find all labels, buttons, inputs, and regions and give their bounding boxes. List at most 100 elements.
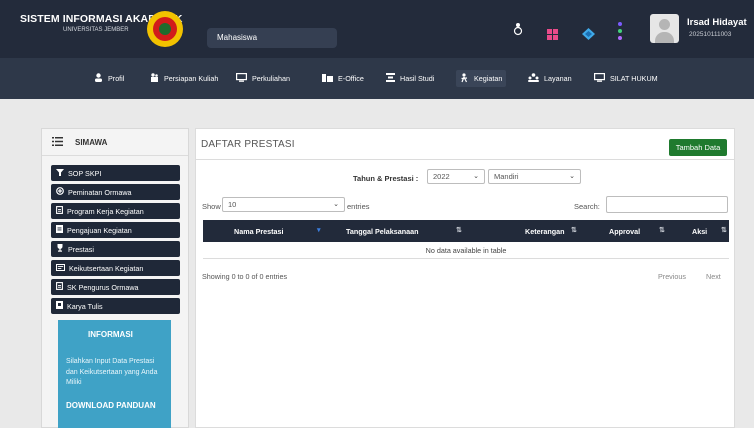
user-icon [94,73,103,84]
trophy-icon [56,244,64,254]
nav-item-label: Perkuliahan [252,74,290,83]
sidebar-item-keikutsertaan-kegiatan[interactable]: Keikutsertaan Kegiatan [51,260,180,276]
grid-icon[interactable] [547,27,558,45]
nav-item-label: Kegiatan [474,74,503,83]
sidebar-item-sop-skpi[interactable]: SOP SKPI [51,165,180,181]
top-header: SISTEM INFORMASI AKADEMIK UNIVERSITAS JE… [0,0,754,58]
nav-item-label: Layanan [544,74,572,83]
nav-item-kegiatan[interactable]: Kegiatan [456,70,507,87]
sort-icon[interactable]: ⇅ [659,226,665,234]
nav-item-label: E-Office [338,74,364,83]
main-nav: Profil Persiapan Kuliah Perkuliahan E-Of… [0,58,754,99]
sidebar-item-label: Peminatan Ormawa [68,187,132,197]
sidebar-item-label: Pengajuan Kegiatan [67,225,132,235]
column-header-aksi[interactable]: Aksi [692,227,707,236]
search-input[interactable] [606,196,728,213]
nav-item-perkuliahan[interactable]: Perkuliahan [232,70,294,87]
sidebar-item-label: Keikutsertaan Kegiatan [69,263,144,273]
divider [196,159,734,160]
card-icon [56,263,65,273]
role-selector[interactable]: Mahasiswa [207,28,337,48]
search-label: Search: [574,202,600,211]
sidebar: SIMAWA SOP SKPI Peminatan Ormawa Program… [41,128,189,428]
map-pin-icon[interactable] [512,22,524,41]
clipboard-icon [150,73,159,84]
next-page-button[interactable]: Next [706,272,721,281]
nav-item-label: Hasil Studi [400,74,435,83]
page-length-select[interactable]: 10 ⌄ [222,197,345,212]
info-title: INFORMASI [88,330,133,339]
nav-item-layanan[interactable]: Layanan [524,70,576,87]
sidebar-item-peminatan-ormawa[interactable]: Peminatan Ormawa [51,184,180,200]
show-label: Show [202,202,221,211]
user-id: 202510111003 [689,31,732,38]
nav-item-e-office[interactable]: E-Office [318,70,368,87]
filter-icon [56,168,64,178]
sidebar-item-prestasi[interactable]: Prestasi [51,241,180,257]
diamond-icon[interactable] [582,27,595,45]
sidebar-item-label: SOP SKPI [68,168,102,178]
column-header-keterangan[interactable]: Keterangan [525,227,565,236]
chevron-down-icon: ⌄ [333,201,339,208]
nav-item-label: Persiapan Kuliah [164,74,219,83]
table-header: Nama Prestasi ▾ Tanggal Pelaksanaan ⇅ Ke… [203,220,729,242]
info-text: Silahkan Input Data Prestasi dan Keikuts… [66,358,158,386]
book-icon [56,301,63,311]
chevron-down-icon: ⌄ [473,173,479,180]
add-data-button[interactable]: Tambah Data [669,139,727,156]
sidebar-title: SIMAWA [75,137,108,147]
entries-label: entries [347,202,370,211]
dots-icon[interactable] [617,22,623,45]
sort-icon[interactable]: ⇅ [456,226,462,234]
sidebar-item-label: SK Pengurus Ormawa [67,282,139,292]
nav-item-silat-hukum[interactable]: SILAT HUKUM [590,70,662,87]
document-icon [56,225,63,235]
people-icon [528,73,539,84]
page-title: DAFTAR PRESTASI [201,139,295,150]
sort-icon[interactable]: ⇅ [571,226,577,234]
sidebar-item-program-kerja-kegiatan[interactable]: Program Kerja Kegiatan [51,203,180,219]
nav-item-label: Profil [108,74,125,83]
column-header-nama-prestasi[interactable]: Nama Prestasi [234,227,284,236]
circle-plus-icon [56,187,64,197]
year-select[interactable]: 2022 ⌄ [427,169,485,184]
sidebar-item-label: Program Kerja Kegiatan [67,206,144,216]
user-name[interactable]: Irsad Hidayat [687,17,747,28]
table-empty-row: No data available in table [203,242,729,259]
column-header-approval[interactable]: Approval [609,227,640,236]
table-info: Showing 0 to 0 of 0 entries [202,272,288,281]
activity-icon [460,72,469,85]
nav-item-hasil-studi[interactable]: Hasil Studi [382,70,438,87]
document-icon [56,206,63,216]
sort-icon[interactable]: ⇅ [721,226,727,234]
avatar[interactable] [650,14,679,43]
sidebar-item-pengajuan-kegiatan[interactable]: Pengajuan Kegiatan [51,222,180,238]
main-panel: DAFTAR PRESTASI Tambah Data Tahun & Pres… [195,128,735,428]
document-icon [56,282,63,292]
filter-label: Tahun & Prestasi : [353,174,419,183]
category-select[interactable]: Mandiri ⌄ [488,169,581,184]
sidebar-item-sk-pengurus-ormawa[interactable]: SK Pengurus Ormawa [51,279,180,295]
sidebar-item-label: Karya Tulis [67,301,103,311]
screen-icon [594,73,606,84]
info-box: INFORMASI Silahkan Input Data Prestasi d… [58,320,171,428]
sidebar-header: SIMAWA [42,129,188,156]
sort-icon[interactable]: ▾ [317,226,321,234]
nav-item-persiapan-kuliah[interactable]: Persiapan Kuliah [146,70,222,87]
column-header-tanggal-pelaksanaan[interactable]: Tanggal Pelaksanaan [346,227,419,236]
page-length-value: 10 [228,200,237,209]
university-logo-icon [147,11,183,47]
category-select-value: Mandiri [494,172,519,181]
sidebar-item-label: Prestasi [68,244,94,254]
chevron-down-icon: ⌄ [569,173,575,180]
menu-icon[interactable] [52,133,63,151]
sidebar-item-karya-tulis[interactable]: Karya Tulis [51,298,180,314]
office-icon [322,73,333,84]
download-guide-link[interactable]: DOWNLOAD PANDUAN [66,401,163,410]
screen-icon [236,73,248,84]
nav-item-profil[interactable]: Profil [90,70,128,87]
chart-icon [386,73,395,84]
year-select-value: 2022 [433,172,450,181]
previous-page-button[interactable]: Previous [658,272,686,281]
nav-item-label: SILAT HUKUM [610,74,658,83]
